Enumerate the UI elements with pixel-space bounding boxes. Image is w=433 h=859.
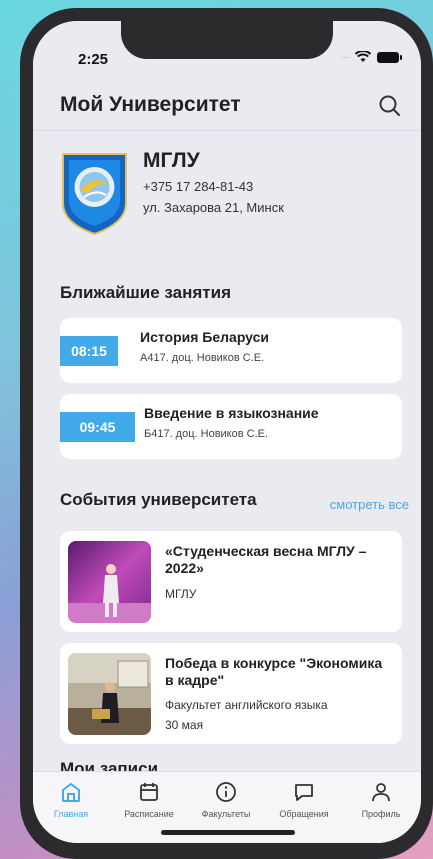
events-section-title: События университета	[60, 490, 257, 509]
tab-requests[interactable]: Обращения	[268, 780, 340, 819]
event-subtitle: Факультет английского языка	[165, 698, 328, 712]
university-info: МГЛУ +375 17 284-81-43 ул. Захарова 21, …	[143, 149, 284, 236]
event-image	[68, 653, 151, 735]
search-icon	[379, 95, 400, 116]
lesson-text: Введение в языкознание Б417. доц. Новико…	[144, 405, 319, 440]
tab-profile[interactable]: Профиль	[345, 780, 417, 819]
event-date: 30 мая	[165, 718, 204, 732]
tab-home[interactable]: Главная	[35, 780, 107, 819]
app-header: Мой Университет	[33, 83, 421, 131]
lesson-name: История Беларуси	[140, 329, 270, 345]
calendar-icon	[140, 783, 158, 801]
event-card[interactable]: Победа в конкурсе "Экономика в кадре" Фа…	[60, 643, 402, 744]
tab-schedule[interactable]: Расписание	[113, 780, 185, 819]
chat-icon	[295, 784, 313, 801]
user-icon	[372, 783, 390, 802]
tab-bar: Главная Расписание Факультеты Обращения …	[33, 771, 421, 843]
lesson-details: А417. доц. Новиков С.Е.	[140, 352, 265, 364]
event-card[interactable]: «Студенческая весна МГЛУ – 2022» МГЛУ	[60, 531, 402, 632]
search-button[interactable]	[377, 93, 403, 119]
my-records-section-title: Мои записи	[60, 759, 159, 771]
app-screen: 2:25 ···· Мой Университет МГЛУ +375 17 2…	[33, 21, 421, 843]
phone-frame: 2:25 ···· Мой Университет МГЛУ +375 17 2…	[20, 8, 433, 859]
lesson-details: Б417. доц. Новиков С.Е.	[144, 428, 269, 440]
status-bar: 2:25 ····	[33, 21, 421, 81]
lesson-name: Введение в языкознание	[144, 405, 319, 421]
event-text: Победа в конкурсе "Экономика в кадре" Фа…	[165, 655, 385, 732]
lesson-time-badge: 09:45	[60, 411, 135, 442]
lesson-time-badge: 08:15	[60, 335, 118, 366]
lessons-section-title: Ближайшие занятия	[60, 283, 231, 302]
status-time: 2:25	[78, 51, 109, 68]
see-all-link[interactable]: смотреть все	[330, 497, 409, 512]
device-notch	[121, 21, 333, 59]
university-address: ул. Захарова 21, Минск	[143, 200, 284, 215]
home-indicator[interactable]	[161, 830, 295, 835]
tab-label: Обращения	[279, 809, 329, 819]
event-title: «Студенческая весна МГЛУ – 2022»	[165, 543, 367, 576]
event-title: Победа в конкурсе "Экономика в кадре"	[165, 655, 383, 688]
tab-label: Главная	[53, 809, 89, 819]
tab-label: Расписание	[124, 809, 174, 819]
info-icon	[216, 782, 236, 802]
battery-icon	[377, 51, 402, 63]
main-content: МГЛУ +375 17 284-81-43 ул. Захарова 21, …	[33, 131, 421, 771]
university-emblem-icon	[62, 153, 127, 236]
university-name: МГЛУ	[143, 149, 200, 172]
status-icons: ····	[341, 51, 402, 63]
event-text: «Студенческая весна МГЛУ – 2022» МГЛУ	[165, 543, 385, 601]
signal-icon: ····	[341, 52, 350, 62]
page-title: Мой Университет	[60, 93, 241, 116]
event-image	[68, 541, 151, 623]
home-icon	[62, 783, 80, 802]
tab-faculties[interactable]: Факультеты	[190, 780, 262, 819]
university-card[interactable]: МГЛУ +375 17 284-81-43 ул. Захарова 21, …	[60, 149, 284, 236]
tab-label: Профиль	[361, 809, 401, 819]
lesson-text: История Беларуси А417. доц. Новиков С.Е.	[140, 329, 269, 364]
wifi-icon	[355, 51, 371, 62]
tab-label: Факультеты	[201, 809, 251, 819]
event-subtitle: МГЛУ	[165, 587, 197, 601]
university-phone[interactable]: +375 17 284-81-43	[143, 179, 284, 194]
lesson-card[interactable]: 09:45 Введение в языкознание Б417. доц. …	[60, 394, 402, 459]
lesson-card[interactable]: 08:15 История Беларуси А417. доц. Новико…	[60, 318, 402, 383]
